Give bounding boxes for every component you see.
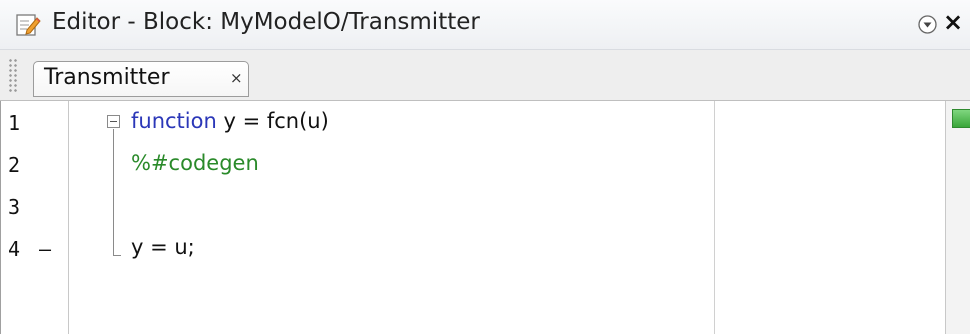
window-close-button[interactable]: × xyxy=(943,7,963,37)
line-number: 3 xyxy=(8,195,21,219)
drag-grip-icon[interactable] xyxy=(8,58,18,92)
line-number: 1 xyxy=(8,111,21,135)
line-number-gutter[interactable]: 1 2 3 4 – xyxy=(1,101,69,334)
code-editor[interactable]: 1 2 3 4 – function y = fcn(u) %#codegen … xyxy=(0,101,945,334)
circle-chevron-down-icon[interactable] xyxy=(917,14,938,35)
keyword-token: function xyxy=(131,109,217,133)
editor-window: Editor - Block: MyModelO/Transmitter × T… xyxy=(0,0,970,334)
fold-collapse-icon[interactable] xyxy=(107,115,120,128)
fold-guide-end xyxy=(113,255,121,256)
title-bar: Editor - Block: MyModelO/Transmitter × xyxy=(0,0,970,50)
line-number: 2 xyxy=(8,153,21,177)
tab-label: Transmitter xyxy=(44,65,170,90)
window-title: Editor - Block: MyModelO/Transmitter xyxy=(52,9,480,35)
fold-guide xyxy=(113,129,114,256)
tab-strip: Transmitter × xyxy=(0,50,970,101)
code-line-2: %#codegen xyxy=(131,151,259,175)
status-ok-indicator[interactable] xyxy=(952,109,970,128)
code-line-4: y = u; xyxy=(131,235,195,259)
tab-close-icon[interactable]: × xyxy=(230,69,243,87)
breakpoint-marker[interactable]: – xyxy=(39,237,51,261)
right-margin-line xyxy=(714,101,715,334)
edit-document-icon xyxy=(16,14,41,36)
line-number: 4 xyxy=(8,237,21,261)
message-bar xyxy=(945,101,970,334)
code-text: y = fcn(u) xyxy=(216,109,329,133)
tab-transmitter[interactable]: Transmitter × xyxy=(33,61,249,97)
code-line-1: function y = fcn(u) xyxy=(131,109,329,133)
